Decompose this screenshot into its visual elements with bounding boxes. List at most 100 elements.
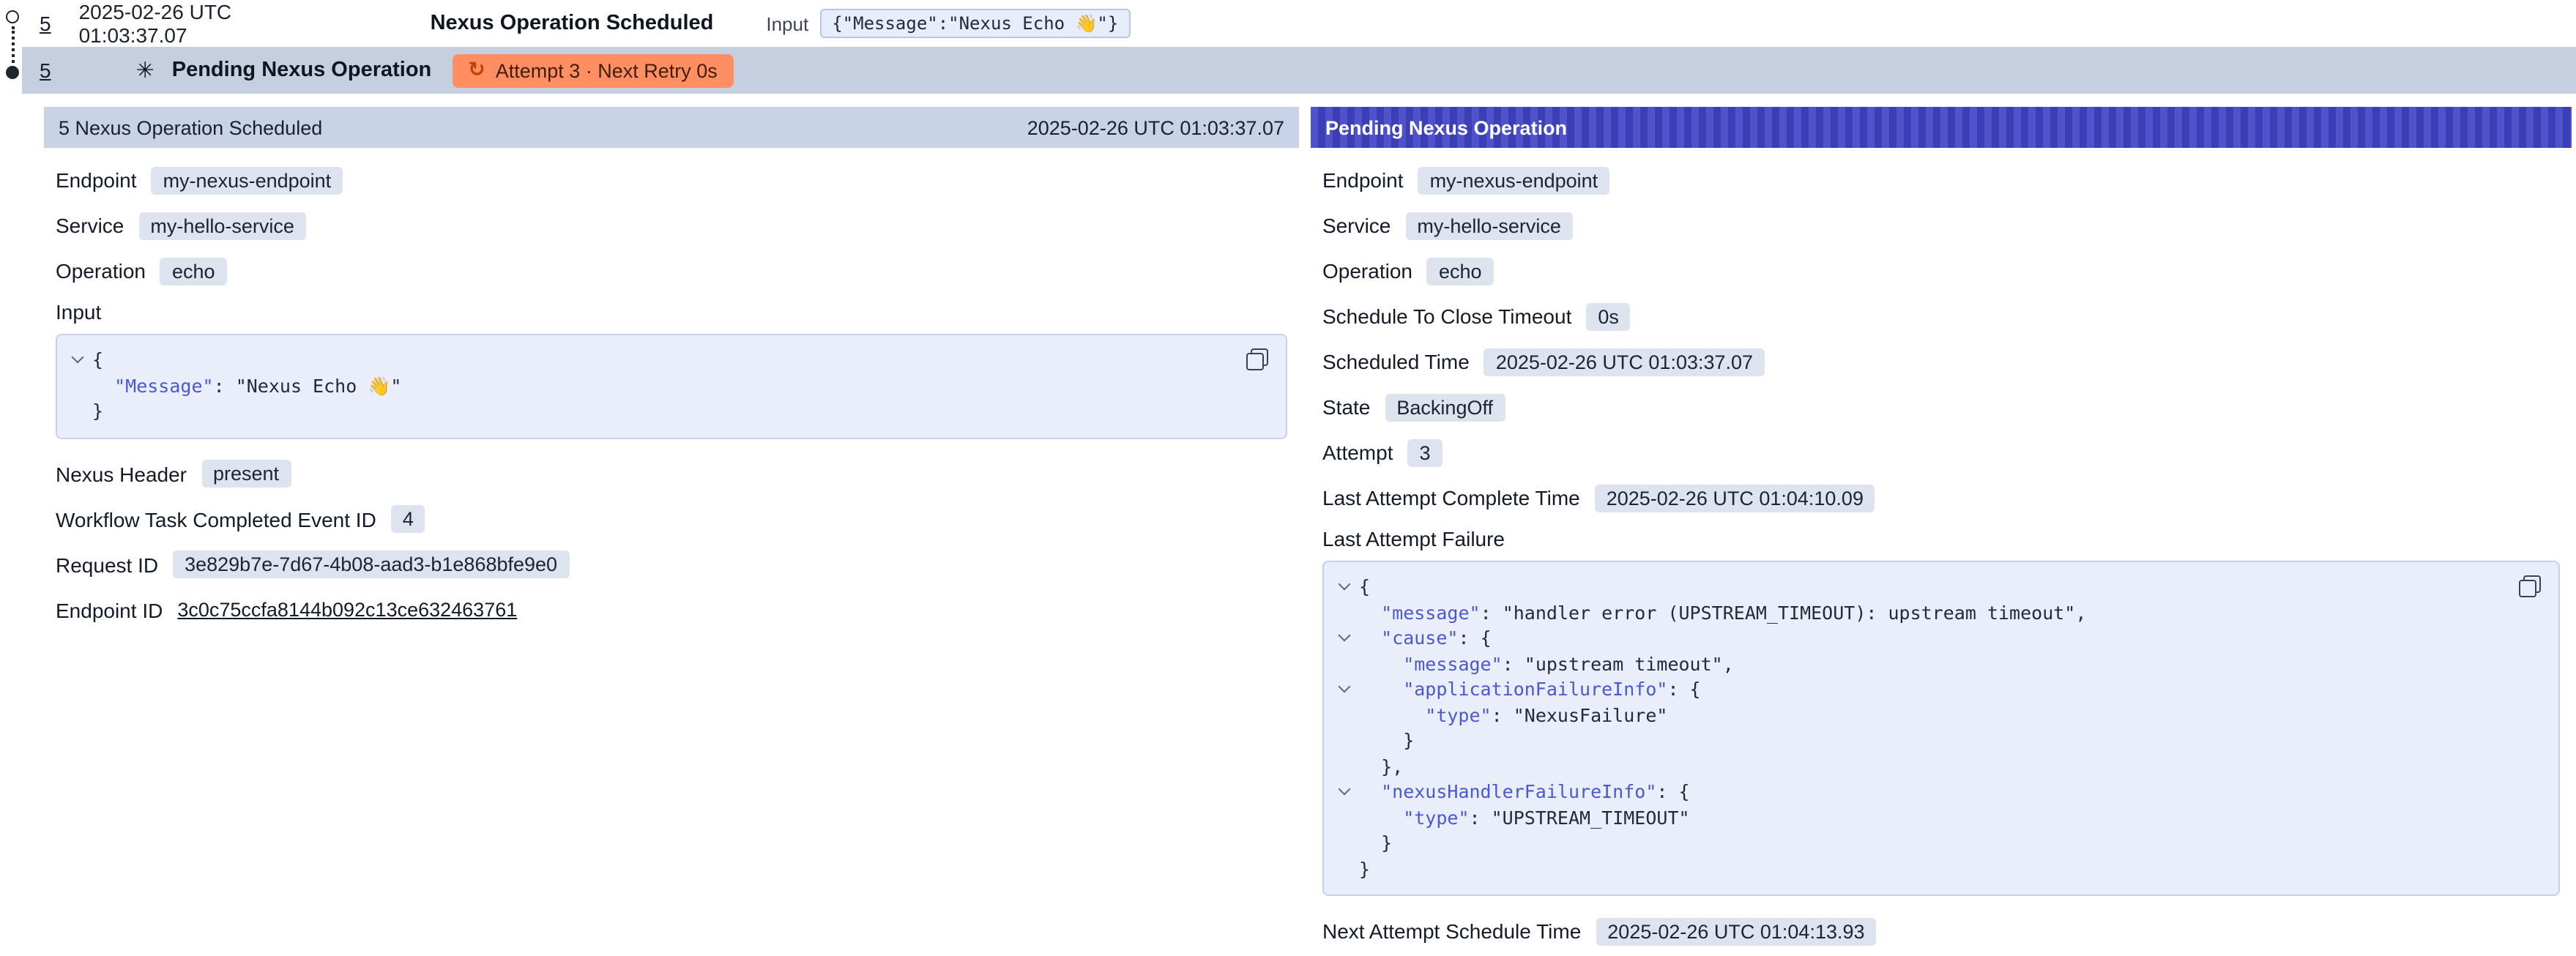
code-line-text: { xyxy=(1359,574,1370,600)
field-value-chip: present xyxy=(201,460,291,488)
code-line-text: "Message": "Nexus Echo 👋" xyxy=(92,373,402,398)
code-line-text: "message": "handler error (UPSTREAM_TIME… xyxy=(1359,600,2086,625)
field-request-id: Request ID 3e829b7e-7d67-4b08-aad3-b1e86… xyxy=(56,548,1287,580)
pending-panel-title: Pending Nexus Operation xyxy=(1325,116,1567,138)
code-line-text: "message": "upstream timeout", xyxy=(1359,651,1734,676)
code-gutter xyxy=(1330,753,1359,779)
input-code-block: {"Message": "Nexus Echo 👋"} xyxy=(56,334,1287,438)
field-value-chip: 3e829b7e-7d67-4b08-aad3-b1e868bfe9e0 xyxy=(173,550,569,578)
field-value-chip: 2025-02-26 UTC 01:04:10.09 xyxy=(1595,484,1875,512)
code-gutter xyxy=(63,373,92,398)
field-label: Endpoint xyxy=(1322,168,1404,192)
code-line-text: "applicationFailureInfo": { xyxy=(1359,676,1701,702)
failure-code-block: {"message": "handler error (UPSTREAM_TIM… xyxy=(1322,561,2560,896)
code-line-text: } xyxy=(92,398,103,424)
field-value-chip: my-nexus-endpoint xyxy=(1418,166,1610,194)
endpoint-id-link[interactable]: 3c0c75ccfa8144b092c13ce632463761 xyxy=(177,599,517,621)
scheduled-panel-title: 5 Nexus Operation Scheduled xyxy=(59,116,322,138)
field-last-attempt-complete-time: Last Attempt Complete Time 2025-02-26 UT… xyxy=(1322,482,2560,514)
retry-attempt-badge: ↻ Attempt 3 · Next Retry 0s xyxy=(452,53,734,87)
field-service: Service my-hello-service xyxy=(1322,209,2560,242)
field-label: Request ID xyxy=(56,553,158,576)
field-endpoint-id: Endpoint ID 3c0c75ccfa8144b092c13ce63246… xyxy=(56,594,1287,626)
event-timestamp: 2025-02-26 UTC 01:03:37.07 xyxy=(79,0,343,47)
field-value-chip: 4 xyxy=(391,505,425,533)
code-gutter xyxy=(63,398,92,424)
field-label: State xyxy=(1322,395,1370,419)
event-marker-dot-icon xyxy=(6,66,19,79)
field-workflow-task-completed-event-id: Workflow Task Completed Event ID 4 xyxy=(56,503,1287,535)
event-marker-circle-icon xyxy=(6,10,19,23)
field-value-chip: BackingOff xyxy=(1385,393,1505,421)
collapse-chevron-icon[interactable] xyxy=(63,347,92,373)
code-gutter xyxy=(1330,830,1359,856)
field-label: Service xyxy=(1322,214,1391,237)
field-value-chip: echo xyxy=(1427,257,1494,285)
scheduled-panel-body: Endpoint my-nexus-endpoint Service my-he… xyxy=(44,148,1299,626)
event-id-link[interactable]: 5 xyxy=(40,59,51,82)
field-label: Attempt xyxy=(1322,441,1393,464)
field-next-attempt-schedule-time: Next Attempt Schedule Time 2025-02-26 UT… xyxy=(1322,915,2560,947)
field-attempt: Attempt 3 xyxy=(1322,436,2560,468)
field-label: Schedule To Close Timeout xyxy=(1322,305,1571,328)
input-section-label: Input xyxy=(56,300,1287,324)
field-value-chip: my-hello-service xyxy=(138,212,306,239)
field-label: Operation xyxy=(1322,259,1412,283)
timeline-connector xyxy=(12,26,15,63)
retry-badge-label: Attempt 3 · Next Retry 0s xyxy=(496,59,718,81)
field-label: Endpoint xyxy=(56,168,137,192)
copy-icon[interactable] xyxy=(1246,348,1268,370)
field-operation: Operation echo xyxy=(56,255,1287,287)
field-value-chip: 3 xyxy=(1408,438,1443,466)
event-row-scheduled[interactable]: 5 2025-02-26 UTC 01:03:37.07 Nexus Opera… xyxy=(0,0,2576,47)
code-gutter xyxy=(1330,728,1359,753)
field-label: Endpoint ID xyxy=(56,598,163,621)
failure-code-lines: {"message": "handler error (UPSTREAM_TIM… xyxy=(1330,574,2517,881)
field-label: Next Attempt Schedule Time xyxy=(1322,919,1581,943)
code-gutter xyxy=(1330,702,1359,728)
scheduled-panel-timestamp: 2025-02-26 UTC 01:03:37.07 xyxy=(1027,116,1284,138)
event-row-pending[interactable]: 5 ✳ Pending Nexus Operation ↻ Attempt 3 … xyxy=(22,47,2576,94)
input-preview-chip: {"Message":"Nexus Echo 👋"} xyxy=(820,9,1130,38)
code-gutter xyxy=(1330,804,1359,830)
collapse-chevron-icon[interactable] xyxy=(1330,574,1359,600)
detail-panels: 5 Nexus Operation Scheduled 2025-02-26 U… xyxy=(0,94,2576,956)
event-title: Nexus Operation Scheduled xyxy=(431,12,714,35)
pending-panel-body: Endpoint my-nexus-endpoint Service my-he… xyxy=(1311,148,2572,947)
field-operation: Operation echo xyxy=(1322,255,2560,287)
field-state: State BackingOff xyxy=(1322,391,2560,423)
field-label: Last Attempt Complete Time xyxy=(1322,486,1580,509)
retry-icon: ↻ xyxy=(468,60,485,81)
code-line-text: "type": "UPSTREAM_TIMEOUT" xyxy=(1359,804,1690,830)
field-label: Workflow Task Completed Event ID xyxy=(56,507,376,531)
field-endpoint: Endpoint my-nexus-endpoint xyxy=(1322,164,2560,196)
copy-icon[interactable] xyxy=(2519,575,2541,597)
code-line-text: }, xyxy=(1359,753,1403,779)
field-label: Nexus Header xyxy=(56,462,187,485)
event-id-link[interactable]: 5 xyxy=(40,12,51,35)
pending-panel-header: Pending Nexus Operation xyxy=(1311,107,2572,148)
code-gutter xyxy=(1330,856,1359,881)
field-nexus-header: Nexus Header present xyxy=(56,458,1287,490)
field-label: Scheduled Time xyxy=(1322,350,1470,373)
input-code-lines: {"Message": "Nexus Echo 👋"} xyxy=(63,347,1245,424)
field-schedule-to-close-timeout: Schedule To Close Timeout 0s xyxy=(1322,300,2560,332)
pending-asterisk-icon: ✳ xyxy=(136,59,155,81)
collapse-chevron-icon[interactable] xyxy=(1330,676,1359,702)
code-line-text: } xyxy=(1359,830,1392,856)
field-scheduled-time: Scheduled Time 2025-02-26 UTC 01:03:37.0… xyxy=(1322,346,2560,378)
code-line-text: "cause": { xyxy=(1359,625,1492,651)
scheduled-panel-header: 5 Nexus Operation Scheduled 2025-02-26 U… xyxy=(44,107,1299,148)
collapse-chevron-icon[interactable] xyxy=(1330,625,1359,651)
collapse-chevron-icon[interactable] xyxy=(1330,779,1359,804)
scheduled-event-panel: 5 Nexus Operation Scheduled 2025-02-26 U… xyxy=(44,107,1299,956)
code-line-text: } xyxy=(1359,856,1370,881)
field-value-chip: 2025-02-26 UTC 01:04:13.93 xyxy=(1596,917,1876,945)
last-attempt-failure-label: Last Attempt Failure xyxy=(1322,527,2560,550)
field-value-chip: my-nexus-endpoint xyxy=(152,166,343,194)
field-value-chip: echo xyxy=(160,257,227,285)
field-service: Service my-hello-service xyxy=(56,209,1287,242)
field-label: Service xyxy=(56,214,124,237)
code-line-text: "nexusHandlerFailureInfo": { xyxy=(1359,779,1690,804)
field-value-chip: my-hello-service xyxy=(1405,212,1573,239)
